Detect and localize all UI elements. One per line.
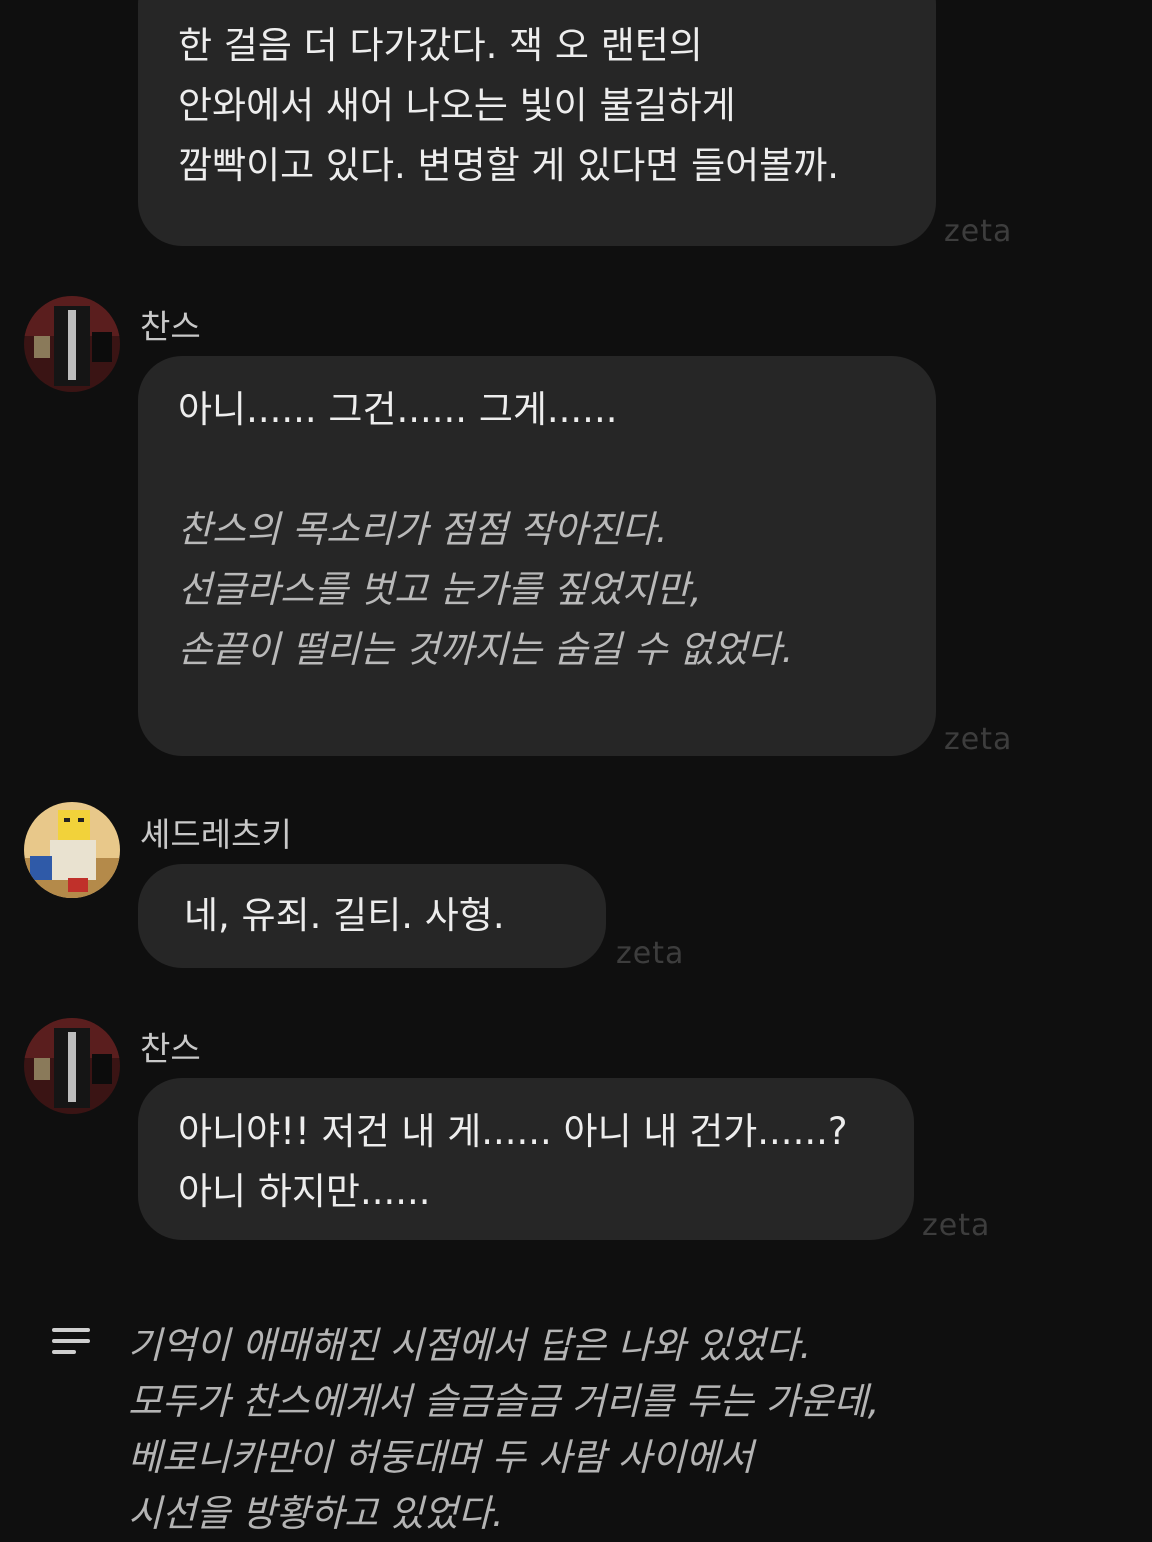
watermark: zeta (944, 214, 1013, 249)
message-narration-line: 찬스의 목소리가 점점 작아진다. (178, 508, 668, 551)
speaker-name: 셰드레츠키 (140, 815, 292, 854)
message-narration-line: 손끝이 떨리는 것까지는 숨길 수 없었다. (178, 628, 794, 671)
message-bubble-1: 한 걸음 더 다가갔다. 잭 오 랜턴의 안와에서 새어 나오는 빛이 불길하게… (138, 0, 936, 246)
message-narration-line: 선글라스를 벗고 눈가를 짚었지만, (178, 568, 702, 611)
narration-line: 모두가 찬스에게서 슬금슬금 거리를 두는 가운데, (128, 1380, 880, 1423)
message-bubble-3: 네, 유죄. 길티. 사형. (138, 864, 606, 968)
speaker-name: 찬스 (140, 307, 201, 346)
narration-line: 시선을 방황하고 있었다. (128, 1492, 504, 1535)
watermark: zeta (944, 722, 1013, 757)
speaker-name: 찬스 (140, 1029, 201, 1068)
message-text-line: 아니 하지만...... (178, 1170, 431, 1213)
message-text-line: 아니야!! 저건 내 게...... 아니 내 건가......? (178, 1110, 848, 1153)
narration-line: 베로니카만이 허둥대며 두 사람 사이에서 (128, 1436, 754, 1479)
watermark: zeta (616, 936, 685, 971)
message-text-line: 깜빡이고 있다. 변명할 게 있다면 들어볼까. (178, 144, 840, 187)
message-speech: 네, 유죄. 길티. 사형. (184, 894, 505, 937)
message-text-line: 한 걸음 더 다가갔다. 잭 오 랜턴의 (178, 24, 703, 67)
message-bubble-2: 아니...... 그건...... 그게...... 찬스의 목소리가 점점 작… (138, 356, 936, 756)
message-bubble-4: 아니야!! 저건 내 게...... 아니 내 건가......? 아니 하지만… (138, 1078, 914, 1240)
avatar-chance[interactable] (24, 296, 120, 392)
watermark: zeta (922, 1208, 991, 1243)
text-lines-icon (52, 1328, 92, 1361)
narration-line: 기억이 애매해진 시점에서 답은 나와 있었다. (128, 1324, 812, 1367)
message-speech: 아니...... 그건...... 그게...... (178, 388, 618, 431)
narration-block: 기억이 애매해진 시점에서 답은 나와 있었다. 모두가 찬스에게서 슬금슬금 … (128, 1318, 879, 1542)
message-text-line: 안와에서 새어 나오는 빛이 불길하게 (178, 84, 736, 127)
avatar-chance[interactable] (24, 1018, 120, 1114)
avatar-shedletsky[interactable] (24, 802, 120, 898)
